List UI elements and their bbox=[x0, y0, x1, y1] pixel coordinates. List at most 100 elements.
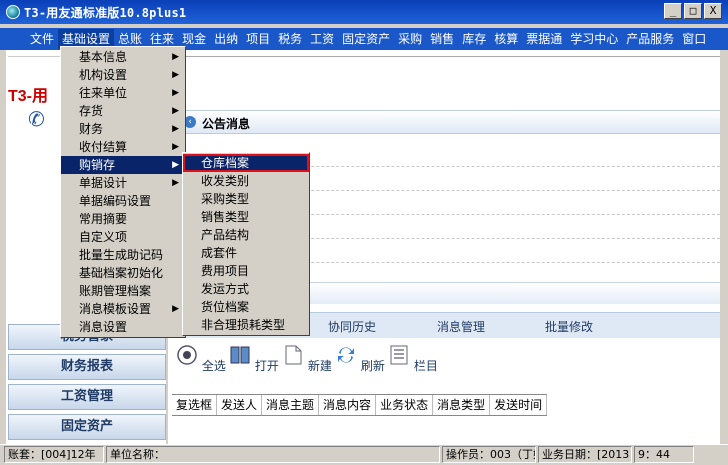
close-button[interactable]: X bbox=[704, 3, 722, 19]
logo-text: T3-用 bbox=[8, 88, 49, 105]
tab-message-manage[interactable]: 消息管理 bbox=[437, 318, 485, 335]
menu-bills[interactable]: 票据通 bbox=[522, 29, 566, 49]
menu-item-custom-fields[interactable]: 自定义项 bbox=[61, 228, 185, 246]
submenu-arrow-icon: ▶ bbox=[172, 142, 179, 152]
tool-label: 刷新 bbox=[360, 359, 385, 373]
status-time: 9：44 bbox=[634, 446, 694, 463]
menu-item-basic-info[interactable]: 基本信息 ▶ bbox=[61, 48, 185, 66]
tool-label: 新建 bbox=[307, 359, 332, 373]
col-subject[interactable]: 消息主题 bbox=[262, 395, 320, 415]
nav-payroll[interactable]: 工资管理 bbox=[8, 384, 166, 410]
menu-learning[interactable]: 学习中心 bbox=[566, 29, 622, 49]
menu-item-label: 常用摘要 bbox=[79, 212, 128, 226]
menu-purchase[interactable]: 采购 bbox=[394, 29, 426, 49]
col-type[interactable]: 消息类型 bbox=[433, 395, 491, 415]
menu-inventory[interactable]: 库存 bbox=[458, 29, 490, 49]
menu-payroll[interactable]: 工资 bbox=[306, 29, 338, 49]
tab-batch-edit[interactable]: 批量修改 bbox=[545, 318, 593, 335]
submenu-arrow-icon: ▶ bbox=[172, 304, 179, 314]
minimize-button[interactable]: _ bbox=[664, 3, 682, 19]
status-unit: 单位名称： bbox=[106, 446, 440, 463]
col-checkbox[interactable]: 复选框 bbox=[172, 395, 218, 415]
menu-item-warehouse-archive[interactable]: 仓库档案 bbox=[183, 154, 309, 172]
tool-label: 打开 bbox=[254, 359, 279, 373]
purchase-sales-stock-submenu: 仓库档案 收发类别 采购类型 销售类型 产品结构 成套件 费用项目 发运方式 货… bbox=[182, 152, 310, 336]
new-button[interactable]: 新建 bbox=[282, 344, 332, 374]
menu-item-label: 基本信息 bbox=[79, 50, 128, 64]
open-book-icon bbox=[230, 346, 250, 364]
menu-item-label: 财务 bbox=[79, 122, 104, 136]
menu-window[interactable]: 窗口 bbox=[678, 29, 710, 49]
submenu-arrow-icon: ▶ bbox=[172, 88, 179, 98]
menu-item-code-settings[interactable]: 单据编码设置 bbox=[61, 192, 185, 210]
menu-item-partners[interactable]: 往来单位 ▶ bbox=[61, 84, 185, 102]
tool-label: 全选 bbox=[201, 359, 226, 373]
menu-item-label: 收付结算 bbox=[79, 140, 128, 154]
menu-item-label: 自定义项 bbox=[79, 230, 128, 244]
content-border bbox=[168, 56, 720, 57]
refresh-button[interactable]: 刷新 bbox=[335, 344, 385, 374]
menu-file[interactable]: 文件 bbox=[26, 29, 58, 49]
menu-item-expense-item[interactable]: 费用项目 bbox=[183, 262, 309, 280]
menu-cashier[interactable]: 出纳 bbox=[210, 29, 242, 49]
menu-project[interactable]: 项目 bbox=[242, 29, 274, 49]
menu-item-location-archive[interactable]: 货位档案 bbox=[183, 298, 309, 316]
select-all-icon bbox=[177, 345, 197, 365]
submenu-arrow-icon: ▶ bbox=[172, 160, 179, 170]
maximize-button[interactable]: □ bbox=[684, 3, 702, 19]
submenu-arrow-icon: ▶ bbox=[172, 178, 179, 188]
menu-item-label: 账期管理档案 bbox=[79, 284, 152, 298]
tool-label: 栏目 bbox=[413, 359, 438, 373]
menu-item-product-structure[interactable]: 产品结构 bbox=[183, 226, 309, 244]
title-bar: T3-用友通标准版10.8plus1 _ □ X bbox=[0, 0, 728, 24]
col-content[interactable]: 消息内容 bbox=[319, 395, 377, 415]
select-all-button[interactable]: 全选 bbox=[176, 344, 226, 374]
col-status[interactable]: 业务状态 bbox=[376, 395, 434, 415]
menu-costing[interactable]: 核算 bbox=[490, 29, 522, 49]
nav-fixed-assets[interactable]: 固定资产 bbox=[8, 414, 166, 440]
menu-services[interactable]: 产品服务 bbox=[622, 29, 678, 49]
menu-item-form-design[interactable]: 单据设计 ▶ bbox=[61, 174, 185, 192]
menu-fixed-assets[interactable]: 固定资产 bbox=[338, 29, 394, 49]
product-logo: T3-用 bbox=[8, 82, 48, 106]
col-sender[interactable]: 发送人 bbox=[217, 395, 263, 415]
submenu-arrow-icon: ▶ bbox=[172, 124, 179, 134]
base-settings-menu: 基本信息 ▶ 机构设置 ▶ 往来单位 ▶ 存货 ▶ 财务 ▶ 收付结算 ▶ 购销存 ▶ 单据设… bbox=[60, 46, 186, 338]
app-icon bbox=[6, 5, 20, 19]
menu-item-finance[interactable]: 财务 ▶ bbox=[61, 120, 185, 138]
menu-item-message-settings[interactable]: 消息设置 bbox=[61, 318, 185, 336]
window-controls: _ □ X bbox=[664, 3, 722, 19]
menu-item-loss-type[interactable]: 非合理损耗类型 bbox=[183, 316, 309, 334]
menu-item-label: 单据设计 bbox=[79, 176, 128, 190]
menu-item-archive-init[interactable]: 基础档案初始化 bbox=[61, 264, 185, 282]
menu-item-common-notes[interactable]: 常用摘要 bbox=[61, 210, 185, 228]
submenu-arrow-icon: ▶ bbox=[172, 106, 179, 116]
phone-icon[interactable]: ✆ bbox=[28, 108, 48, 130]
menu-item-period-archive[interactable]: 账期管理档案 bbox=[61, 282, 185, 300]
submenu-arrow-icon: ▶ bbox=[172, 70, 179, 80]
tab-collab-history[interactable]: 协同历史 bbox=[328, 318, 376, 335]
menu-item-label: 存货 bbox=[79, 104, 104, 118]
notice-header bbox=[176, 110, 720, 134]
menu-tax[interactable]: 税务 bbox=[274, 29, 306, 49]
menu-item-purchase-sales-stock[interactable]: 购销存 ▶ bbox=[61, 156, 185, 174]
menu-item-kit[interactable]: 成套件 bbox=[183, 244, 309, 262]
menu-item-batch-mnemonic[interactable]: 批量生成助记码 bbox=[61, 246, 185, 264]
menu-item-message-template[interactable]: 消息模板设置 ▶ bbox=[61, 300, 185, 318]
menu-item-shipping-method[interactable]: 发运方式 bbox=[183, 280, 309, 298]
menu-item-purchase-type[interactable]: 采购类型 bbox=[183, 190, 309, 208]
status-account: 账套：[004]12年 bbox=[4, 446, 104, 463]
menu-item-settlement[interactable]: 收付结算 ▶ bbox=[61, 138, 185, 156]
col-send-time[interactable]: 发送时间 bbox=[490, 395, 548, 415]
menu-item-stock[interactable]: 存货 ▶ bbox=[61, 102, 185, 120]
menu-item-io-category[interactable]: 收发类别 bbox=[183, 172, 309, 190]
open-button[interactable]: 打开 bbox=[229, 344, 279, 374]
menu-item-sales-type[interactable]: 销售类型 bbox=[183, 208, 309, 226]
menu-sales[interactable]: 销售 bbox=[426, 29, 458, 49]
menu-item-label: 消息模板设置 bbox=[79, 302, 152, 316]
columns-button[interactable]: 栏目 bbox=[388, 344, 438, 374]
menu-item-label: 基础档案初始化 bbox=[79, 266, 164, 280]
nav-reports[interactable]: 财务报表 bbox=[8, 354, 166, 380]
menu-item-label: 机构设置 bbox=[79, 68, 128, 82]
menu-item-org[interactable]: 机构设置 ▶ bbox=[61, 66, 185, 84]
